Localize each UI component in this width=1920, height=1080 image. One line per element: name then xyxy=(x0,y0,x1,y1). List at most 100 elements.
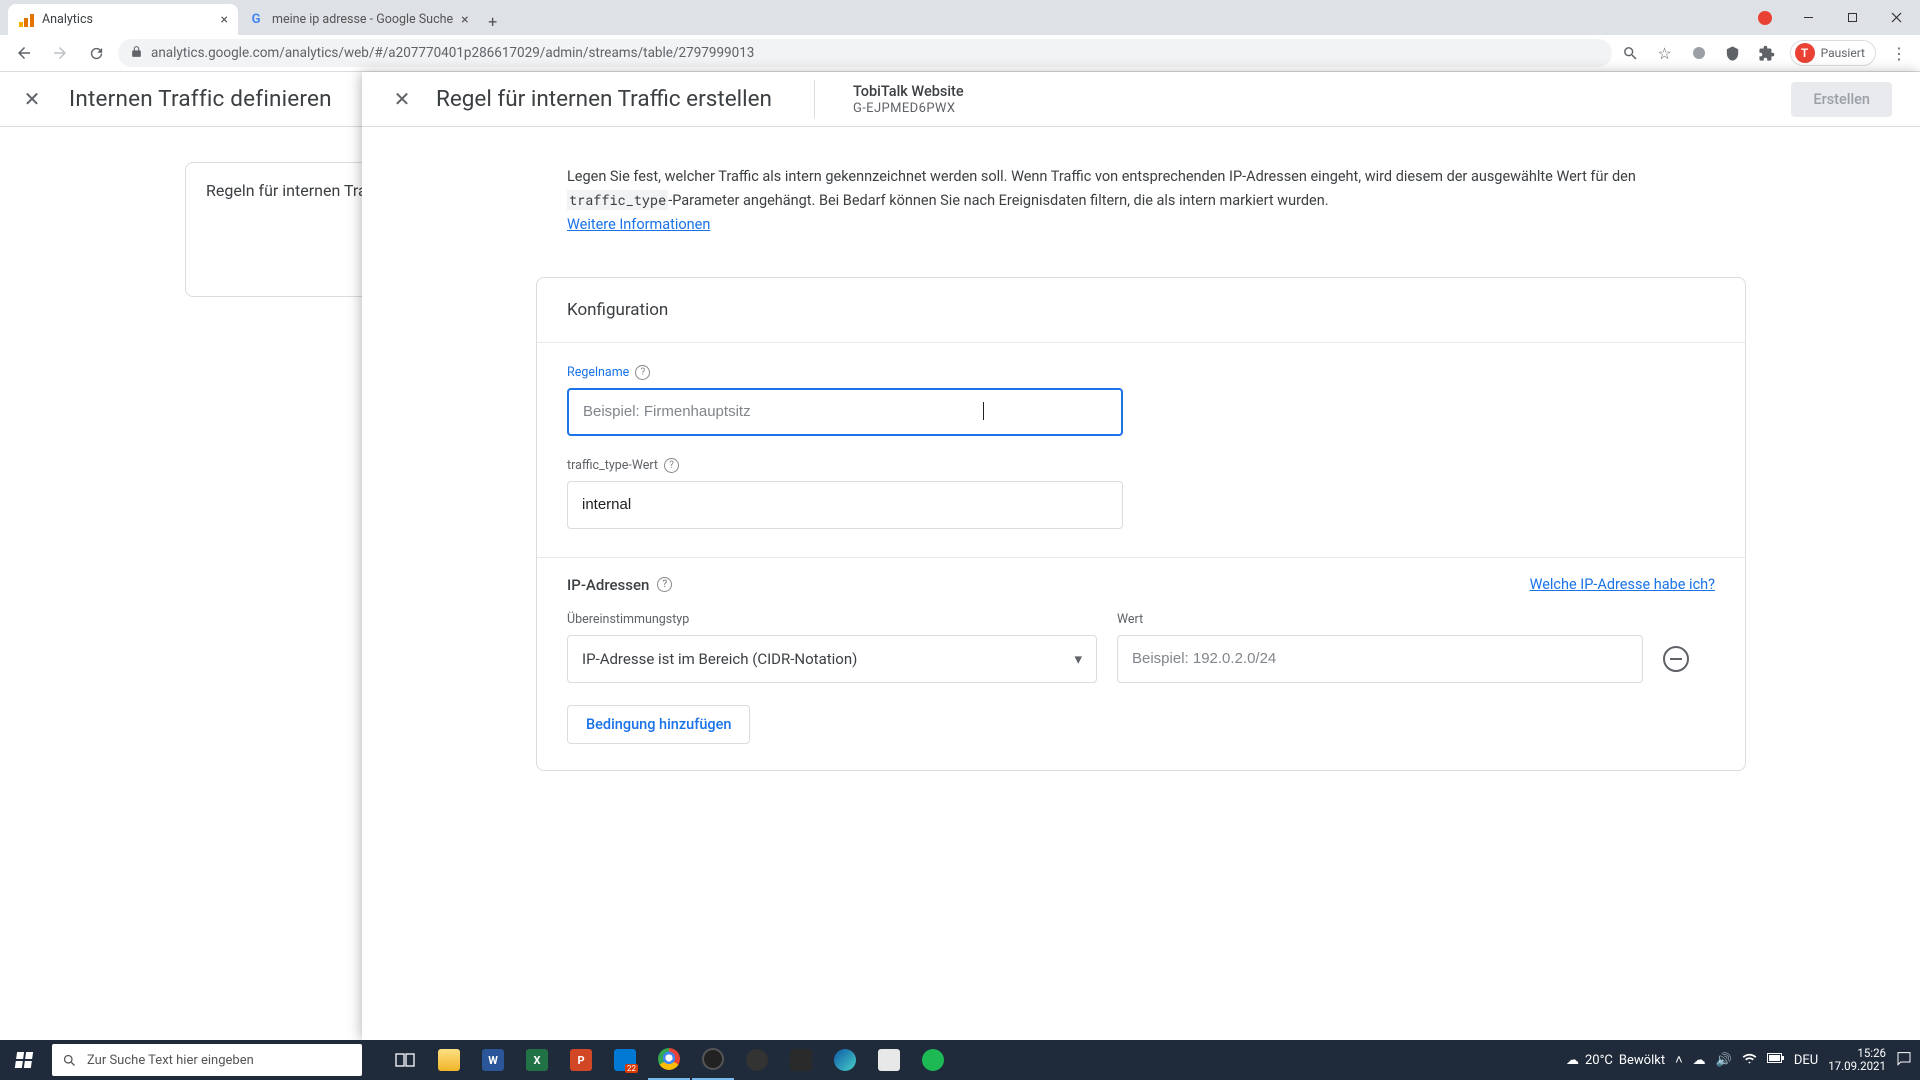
reload-button[interactable] xyxy=(82,39,110,67)
minimize-button[interactable] xyxy=(1786,3,1830,33)
remove-condition-button[interactable] xyxy=(1663,646,1689,672)
taskbar-apps: W X P 22 xyxy=(384,1040,954,1080)
weather-cloud-icon: ☁ xyxy=(1566,1053,1579,1068)
profile-avatar: T xyxy=(1795,43,1815,63)
extensions-icon[interactable] xyxy=(1756,42,1778,64)
tab-title: Analytics xyxy=(42,12,93,27)
profile-dot-icon[interactable] xyxy=(1758,11,1772,25)
rule-name-input[interactable] xyxy=(567,388,1123,436)
card-body: Regelname ? traffic_type-Wert ? xyxy=(537,343,1745,770)
back-button[interactable] xyxy=(10,39,38,67)
weather-widget[interactable]: ☁ 20°C Bewölkt xyxy=(1566,1053,1665,1068)
start-button[interactable] xyxy=(0,1040,48,1080)
intro-post: -Parameter angehängt. Bei Bedarf können … xyxy=(668,192,1328,209)
browser-tabstrip: Analytics × G meine ip adresse - Google … xyxy=(0,0,1920,35)
google-favicon: G xyxy=(248,12,264,28)
word-icon[interactable]: W xyxy=(472,1040,514,1080)
window-close-button[interactable] xyxy=(1874,3,1918,33)
card-heading: Konfiguration xyxy=(537,278,1745,342)
notifications-icon[interactable] xyxy=(1896,1050,1912,1070)
chevron-down-icon: ▾ xyxy=(1074,650,1082,668)
onedrive-icon[interactable]: ☁ xyxy=(1693,1053,1706,1068)
modal-title: Regel für internen Traffic erstellen xyxy=(436,86,772,112)
taskbar-clock[interactable]: 15:26 17.09.2021 xyxy=(1828,1047,1886,1073)
config-card: Konfiguration Regelname ? traffic_type-W… xyxy=(536,277,1746,771)
chrome-icon[interactable] xyxy=(648,1040,690,1080)
address-bar: analytics.google.com/analytics/web/#/a20… xyxy=(0,35,1920,72)
value-label: Wert xyxy=(1117,612,1143,627)
incognito-icon[interactable] xyxy=(1688,42,1710,64)
file-explorer-icon[interactable] xyxy=(428,1040,470,1080)
weather-desc: Bewölkt xyxy=(1619,1053,1665,1068)
label-text: Regelname xyxy=(567,365,629,380)
stream-id: G-EJPMED6PWX xyxy=(853,101,964,116)
maximize-button[interactable] xyxy=(1830,3,1874,33)
task-view-icon[interactable] xyxy=(384,1040,426,1080)
language-indicator[interactable]: DEU xyxy=(1794,1053,1818,1068)
traffic-type-input[interactable] xyxy=(567,481,1123,529)
divider xyxy=(814,80,815,118)
close-icon[interactable]: ✕ xyxy=(20,87,44,111)
intro-code: traffic_type xyxy=(567,190,668,210)
page-viewport: ✕ Internen Traffic definieren Regeln für… xyxy=(0,72,1920,1040)
close-icon[interactable]: × xyxy=(461,12,468,28)
match-type-select[interactable]: IP-Adresse ist im Bereich (CIDR-Notation… xyxy=(567,635,1097,683)
volume-icon[interactable]: 🔊 xyxy=(1716,1053,1732,1068)
intro-text: Legen Sie fest, welcher Traffic als inte… xyxy=(567,165,1715,237)
divider xyxy=(537,557,1745,558)
bg-page-title: Internen Traffic definieren xyxy=(69,86,332,112)
label-text: traffic_type-Wert xyxy=(567,458,658,473)
new-tab-button[interactable]: + xyxy=(479,7,507,35)
match-type-label: Übereinstimmungstyp xyxy=(567,612,1097,627)
more-info-link[interactable]: Weitere Informationen xyxy=(567,216,710,233)
kebab-menu-icon[interactable]: ⋮ xyxy=(1888,42,1910,64)
weather-temp: 20°C xyxy=(1585,1053,1613,1068)
profile-state: Pausiert xyxy=(1821,46,1865,60)
help-icon[interactable]: ? xyxy=(664,458,679,473)
add-condition-button[interactable]: Bedingung hinzufügen xyxy=(567,705,750,744)
text-caret xyxy=(983,402,984,420)
close-icon[interactable]: ✕ xyxy=(390,87,414,111)
clock-date: 17.09.2021 xyxy=(1828,1060,1886,1073)
window-controls xyxy=(1758,0,1920,35)
powerpoint-icon[interactable]: P xyxy=(560,1040,602,1080)
translate-icon[interactable] xyxy=(1722,42,1744,64)
help-icon[interactable]: ? xyxy=(635,365,650,380)
help-icon[interactable]: ? xyxy=(657,577,672,592)
select-value: IP-Adresse ist im Bereich (CIDR-Notation… xyxy=(582,650,857,668)
profile-chip[interactable]: T Pausiert xyxy=(1790,40,1876,66)
ip-column-labels: Übereinstimmungstyp Wert xyxy=(567,612,1715,627)
create-rule-modal: ✕ Regel für internen Traffic erstellen T… xyxy=(362,72,1920,1040)
browser-tab-google-search[interactable]: G meine ip adresse - Google Suche × xyxy=(238,4,479,35)
modal-body: Legen Sie fest, welcher Traffic als inte… xyxy=(362,127,1920,771)
browser-tab-analytics[interactable]: Analytics × xyxy=(8,4,238,35)
stream-name: TobiTalk Website xyxy=(853,83,964,100)
notepad-icon[interactable] xyxy=(868,1040,910,1080)
battery-icon[interactable] xyxy=(1767,1053,1784,1068)
ip-section-title: IP-Adressen ? xyxy=(567,576,672,594)
label-text: IP-Adressen xyxy=(567,576,649,594)
bookmark-star-icon[interactable]: ☆ xyxy=(1654,42,1676,64)
mail-icon[interactable]: 22 xyxy=(604,1040,646,1080)
app-icon-1[interactable] xyxy=(736,1040,778,1080)
forward-button[interactable] xyxy=(46,39,74,67)
lock-icon xyxy=(130,45,143,62)
spotify-icon[interactable] xyxy=(912,1040,954,1080)
close-icon[interactable]: × xyxy=(221,12,228,28)
create-button[interactable]: Erstellen xyxy=(1791,82,1892,117)
which-ip-link[interactable]: Welche IP-Adresse habe ich? xyxy=(1530,576,1715,593)
app-icon-2[interactable] xyxy=(780,1040,822,1080)
obs-icon[interactable] xyxy=(692,1040,734,1080)
wifi-icon[interactable] xyxy=(1742,1051,1757,1070)
edge-icon[interactable] xyxy=(824,1040,866,1080)
tray-chevron-icon[interactable]: ˄ xyxy=(1675,1052,1683,1068)
tab-title: meine ip adresse - Google Suche xyxy=(272,12,453,27)
url-field[interactable]: analytics.google.com/analytics/web/#/a20… xyxy=(118,39,1612,67)
ip-section-header: IP-Adressen ? Welche IP-Adresse habe ich… xyxy=(567,576,1715,594)
rule-name-label: Regelname ? xyxy=(567,365,1715,380)
search-placeholder: Zur Suche Text hier eingeben xyxy=(87,1053,254,1068)
taskbar-search[interactable]: Zur Suche Text hier eingeben xyxy=(52,1044,362,1076)
excel-icon[interactable]: X xyxy=(516,1040,558,1080)
ip-value-input[interactable] xyxy=(1117,635,1643,683)
zoom-icon[interactable] xyxy=(1620,42,1642,64)
